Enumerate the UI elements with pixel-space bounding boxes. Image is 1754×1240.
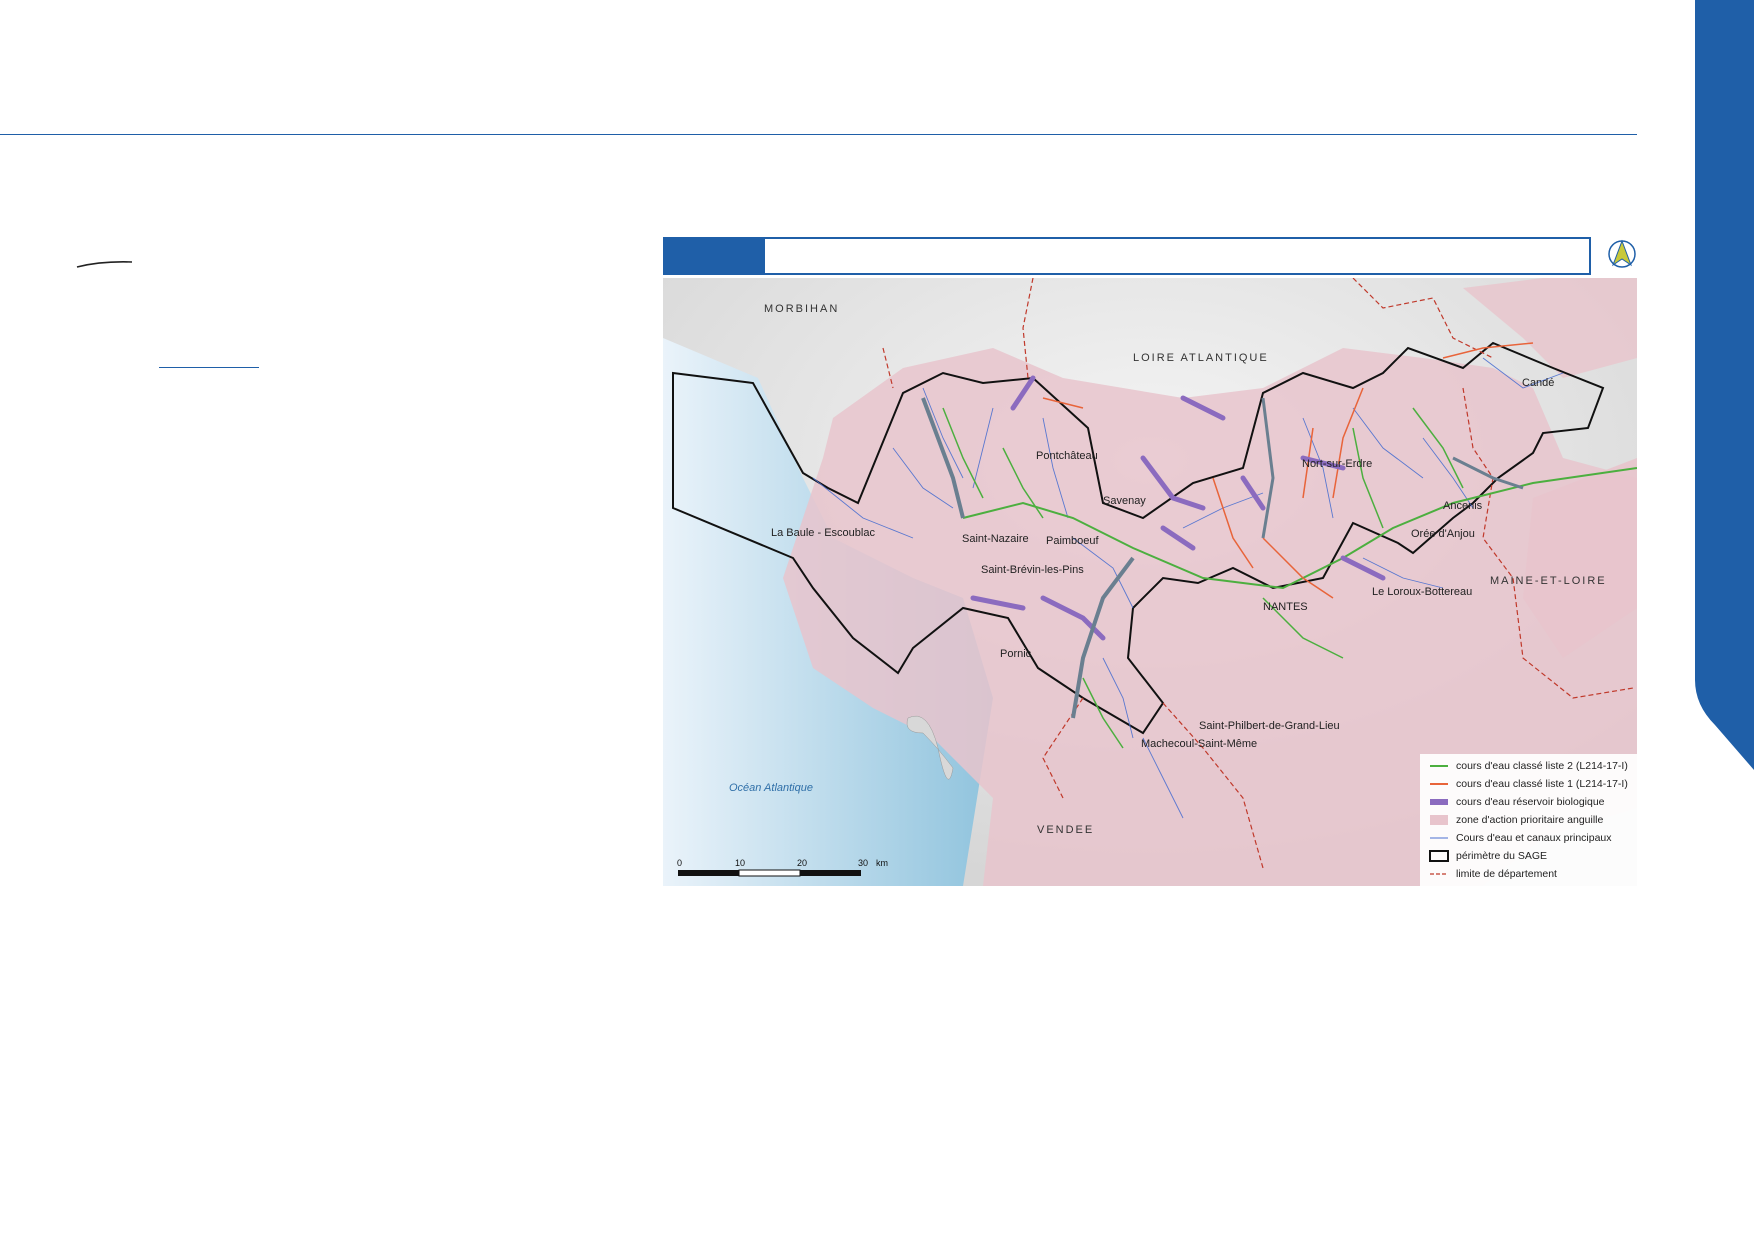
town-label: Saint-Brévin-les-Pins bbox=[981, 564, 1084, 576]
legend-label: cours d'eau réservoir biologique bbox=[1456, 796, 1605, 808]
town-label: La Baule - Escoublac bbox=[771, 527, 875, 539]
red-dash-icon bbox=[1428, 867, 1450, 881]
legend-label: cours d'eau classé liste 1 (L214-17-I) bbox=[1456, 778, 1628, 790]
town-label: Pornic bbox=[1000, 648, 1032, 660]
town-label: Candé bbox=[1522, 377, 1555, 389]
scale-bar-segment bbox=[738, 869, 801, 877]
town-label: Pontchâteau bbox=[1036, 450, 1098, 462]
scale-bar-segment bbox=[678, 870, 739, 876]
dept-vendee: VENDEE bbox=[1037, 824, 1095, 836]
scale-tick: 10 bbox=[735, 858, 746, 868]
dept-loire-atlantique: LOIRE ATLANTIQUE bbox=[1133, 352, 1269, 364]
town-label: Saint-Nazaire bbox=[962, 533, 1029, 545]
map-legend: cours d'eau classé liste 2 (L214-17-I) c… bbox=[1420, 754, 1637, 886]
orange-line-icon bbox=[1428, 777, 1450, 791]
blue-line-icon bbox=[1428, 831, 1450, 845]
town-label: Nort-sur-Erdre bbox=[1302, 458, 1373, 470]
dash-mark bbox=[76, 261, 133, 268]
town-label: Orée d'Anjou bbox=[1411, 528, 1475, 540]
legend-item: limite de département bbox=[1428, 866, 1557, 882]
town-label: Savenay bbox=[1103, 495, 1146, 507]
black-box-icon bbox=[1428, 849, 1450, 863]
scale-unit: km bbox=[876, 858, 888, 868]
scale-tick: 30 bbox=[858, 858, 869, 868]
town-label: Le Loroux-Bottereau bbox=[1372, 586, 1473, 598]
north-arrow-icon bbox=[1608, 239, 1636, 268]
legend-item: cours d'eau classé liste 2 (L214-17-I) bbox=[1428, 758, 1628, 774]
legend-label: périmètre du SAGE bbox=[1456, 850, 1548, 862]
town-label: Machecoul-Saint-Même bbox=[1141, 738, 1258, 750]
scale-tick: 20 bbox=[797, 858, 808, 868]
legend-label: cours d'eau classé liste 2 (L214-17-I) bbox=[1456, 760, 1628, 772]
pink-fill-icon bbox=[1428, 813, 1450, 827]
map-title-block bbox=[665, 239, 765, 273]
legend-item: zone d'action prioritaire anguille bbox=[1428, 812, 1603, 828]
legend-label: zone d'action prioritaire anguille bbox=[1456, 814, 1604, 826]
purple-band-icon bbox=[1428, 795, 1450, 809]
legend-item: cours d'eau classé liste 1 (L214-17-I) bbox=[1428, 776, 1628, 792]
town-label: Saint-Philbert-de-Grand-Lieu bbox=[1199, 720, 1340, 732]
legend-label: limite de département bbox=[1456, 868, 1557, 880]
link-underline[interactable] bbox=[159, 367, 259, 368]
dept-maine-et-loire: MAINE-ET-LOIRE bbox=[1490, 575, 1607, 587]
legend-item: cours d'eau réservoir biologique bbox=[1428, 794, 1605, 810]
dept-morbihan: MORBIHAN bbox=[764, 303, 840, 315]
legend-item: périmètre du SAGE bbox=[1428, 848, 1547, 864]
scale-tick: 0 bbox=[677, 858, 683, 868]
scale-bar-segment bbox=[800, 870, 861, 876]
legend-item: Cours d'eau et canaux principaux bbox=[1428, 830, 1612, 846]
green-line-icon bbox=[1428, 759, 1450, 773]
town-label: Paimboeuf bbox=[1046, 535, 1099, 547]
town-label: Ancenis bbox=[1443, 500, 1483, 512]
map-title-bar bbox=[663, 237, 1591, 275]
side-tab bbox=[1695, 0, 1754, 770]
legend-label: Cours d'eau et canaux principaux bbox=[1456, 832, 1612, 844]
header-rule bbox=[0, 134, 1637, 135]
town-label: NANTES bbox=[1263, 601, 1308, 613]
sea-label: Océan Atlantique bbox=[729, 782, 813, 794]
